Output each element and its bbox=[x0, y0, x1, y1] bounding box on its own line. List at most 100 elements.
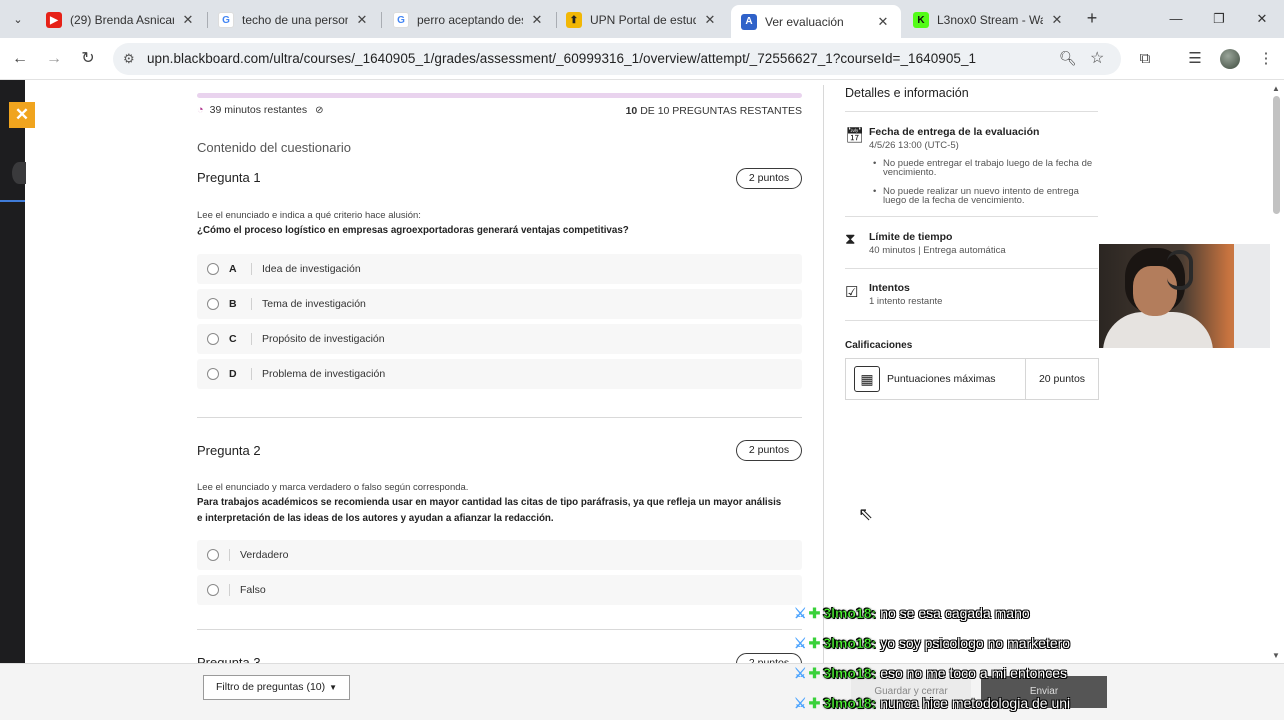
details-title: Detalles e información bbox=[845, 86, 969, 100]
browser-tab-google-1[interactable]: G techo de una persona ✕ bbox=[208, 5, 380, 35]
details-divider bbox=[845, 268, 1098, 269]
bookmark-star-icon[interactable]: ☆ bbox=[1090, 48, 1104, 68]
chat-message: ⚔ ✚ 3lmo18: yo soy psicologo no marketero bbox=[794, 634, 1071, 652]
time-limit-value: 40 minutos | Entrega automática bbox=[869, 245, 1006, 256]
kick-icon: K bbox=[913, 12, 929, 28]
subscriber-badge-icon: ✚ bbox=[808, 604, 821, 621]
due-note: No puede entregar el trabajo luego de la… bbox=[873, 159, 1103, 178]
profile-avatar[interactable] bbox=[1220, 49, 1240, 69]
attempts-label: Intentos bbox=[869, 282, 910, 294]
close-tab-icon[interactable]: ✕ bbox=[529, 12, 545, 28]
radio-button[interactable] bbox=[207, 263, 219, 275]
browser-tab-bar: ⌄ ▶ (29) Brenda Asnicar - ✕ G techo de u… bbox=[0, 0, 1284, 38]
browser-menu-icon[interactable]: ⋮ bbox=[1255, 48, 1277, 70]
time-remaining: ◔ 39 minutos restantes ⊘ bbox=[197, 104, 324, 116]
option-separator bbox=[251, 333, 252, 345]
answer-option-b[interactable]: B Tema de investigación bbox=[197, 289, 802, 319]
back-arrow-icon[interactable]: ← bbox=[9, 48, 31, 70]
upn-icon: ⬆ bbox=[566, 12, 582, 28]
webcam-headphones bbox=[1167, 250, 1193, 290]
extensions-puzzle-icon[interactable]: ⧉ bbox=[1134, 48, 1156, 70]
option-separator bbox=[229, 584, 230, 596]
minimize-window-icon[interactable]: — bbox=[1161, 8, 1191, 30]
browser-tab-kick[interactable]: K L3nox0 Stream - Wat ✕ bbox=[903, 5, 1075, 35]
media-queue-icon[interactable]: ☰ bbox=[1184, 48, 1206, 70]
attempts-value: 1 intento restante bbox=[869, 296, 943, 307]
left-dark-rail bbox=[0, 80, 26, 720]
browser-tab-youtube[interactable]: ▶ (29) Brenda Asnicar - ✕ bbox=[36, 5, 206, 35]
due-date-label: Fecha de entrega de la evaluación bbox=[869, 126, 1040, 138]
webcam-person-body bbox=[1103, 312, 1213, 348]
option-separator bbox=[251, 298, 252, 310]
answer-option-false[interactable]: Falso bbox=[197, 575, 802, 605]
due-date-value: 4/5/26 13:00 (UTC-5) bbox=[869, 140, 959, 151]
close-tab-icon[interactable]: ✕ bbox=[354, 12, 370, 28]
sword-badge-icon: ⚔ bbox=[794, 694, 807, 711]
section-title: Contenido del cuestionario bbox=[197, 140, 351, 155]
close-window-icon[interactable]: ✕ bbox=[1247, 8, 1277, 30]
quiz-progress-bar bbox=[197, 93, 802, 98]
subscriber-badge-icon: ✚ bbox=[808, 634, 821, 651]
question-filter-dropdown[interactable]: Filtro de preguntas (10) ▼ bbox=[203, 675, 350, 700]
tab-search-dropdown-icon[interactable]: ⌄ bbox=[6, 8, 30, 30]
due-note: No puede realizar un nuevo intento de en… bbox=[873, 187, 1103, 206]
max-score-label: Puntuaciones máximas bbox=[887, 373, 996, 385]
url-text[interactable]: upn.blackboard.com/ultra/courses/_164090… bbox=[147, 51, 976, 66]
youtube-icon: ▶ bbox=[46, 12, 62, 28]
chat-message: ⚔ ✚ 3lmo18: nunca hice metodologia de uni bbox=[794, 694, 1071, 712]
radio-button[interactable] bbox=[207, 549, 219, 561]
page-scrollbar[interactable]: ▲ ▼ bbox=[1270, 84, 1284, 663]
browser-toolbar: ← → ↻ ⚙ upn.blackboard.com/ultra/courses… bbox=[0, 38, 1284, 80]
webcam-overlay bbox=[1099, 244, 1284, 348]
attempts-checkbox-icon: ☑ bbox=[845, 284, 859, 301]
panel-separator bbox=[823, 85, 824, 663]
time-limit-label: Límite de tiempo bbox=[869, 231, 953, 243]
site-info-icon[interactable]: ⚙ bbox=[123, 51, 135, 67]
close-tab-icon[interactable]: ✕ bbox=[1049, 12, 1065, 28]
close-tab-icon[interactable]: ✕ bbox=[875, 14, 891, 30]
address-bar[interactable]: ⚙ upn.blackboard.com/ultra/courses/_1640… bbox=[113, 43, 1121, 75]
due-date-notes: No puede entregar el trabajo luego de la… bbox=[873, 159, 1103, 215]
answer-option-d[interactable]: D Problema de investigación bbox=[197, 359, 802, 389]
close-tab-icon[interactable]: ✕ bbox=[180, 12, 196, 28]
scrollbar-thumb[interactable] bbox=[1273, 96, 1280, 214]
answer-option-c[interactable]: C Propósito de investigación bbox=[197, 324, 802, 354]
question-divider bbox=[197, 417, 802, 418]
dropdown-caret-icon: ▼ bbox=[329, 683, 338, 692]
reload-icon[interactable]: ↻ bbox=[77, 48, 99, 70]
browser-tab-active-evaluation[interactable]: A Ver evaluación ✕ bbox=[731, 5, 901, 38]
restore-window-icon[interactable]: ❐ bbox=[1204, 8, 1234, 30]
subscriber-badge-icon: ✚ bbox=[808, 694, 821, 711]
new-tab-plus-icon[interactable]: + bbox=[1082, 8, 1102, 30]
timer-icon: ◔ bbox=[197, 104, 204, 116]
radio-button[interactable] bbox=[207, 298, 219, 310]
zoom-icon[interactable]: 🔍︎ bbox=[1059, 50, 1077, 67]
google-icon: G bbox=[393, 12, 409, 28]
browser-tab-upn[interactable]: ⬆ UPN Portal de estudi ✕ bbox=[556, 5, 728, 35]
question-2-title: Pregunta 2 bbox=[197, 443, 261, 458]
hourglass-icon: ⧗ bbox=[845, 231, 856, 248]
radio-button[interactable] bbox=[207, 333, 219, 345]
radio-button[interactable] bbox=[207, 368, 219, 380]
radio-button[interactable] bbox=[207, 584, 219, 596]
option-separator bbox=[229, 549, 230, 561]
scroll-up-icon[interactable]: ▲ bbox=[1272, 84, 1280, 93]
answer-option-a[interactable]: A Idea de investigación bbox=[197, 254, 802, 284]
question-2-stem: Para trabajos académicos se recomienda u… bbox=[197, 497, 782, 524]
close-assessment-icon[interactable]: ✕ bbox=[9, 102, 35, 128]
google-icon: G bbox=[218, 12, 234, 28]
stream-chat-overlay: ⚔ ✚ 3lmo18: no se esa cagada mano ⚔ ✚ 3lmo18:… bbox=[794, 598, 1274, 718]
details-divider bbox=[845, 216, 1098, 217]
question-1-instruction: Lee el enunciado e indica a qué criterio… bbox=[197, 210, 421, 221]
hide-timer-icon[interactable]: ⊘ bbox=[315, 105, 323, 116]
sword-badge-icon: ⚔ bbox=[794, 604, 807, 621]
rail-avatar bbox=[12, 162, 26, 184]
max-score-value: 20 puntos bbox=[1038, 373, 1086, 385]
browser-tab-google-2[interactable]: G perro aceptando dest ✕ bbox=[383, 5, 555, 35]
forward-arrow-icon[interactable]: → bbox=[43, 48, 65, 70]
calendar-icon: 📅︎ bbox=[845, 127, 865, 144]
details-divider bbox=[845, 320, 1098, 321]
sword-badge-icon: ⚔ bbox=[794, 664, 807, 681]
close-tab-icon[interactable]: ✕ bbox=[702, 12, 718, 28]
answer-option-true[interactable]: Verdadero bbox=[197, 540, 802, 570]
